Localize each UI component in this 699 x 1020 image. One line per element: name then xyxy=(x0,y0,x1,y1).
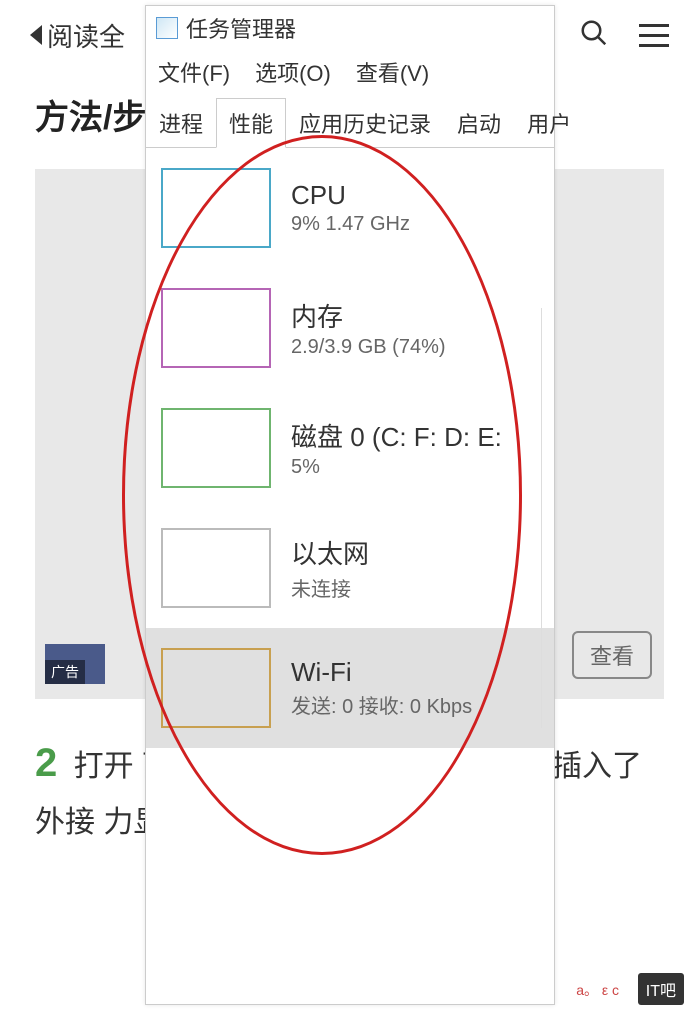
perf-item-wifi[interactable]: Wi-Fi 发送: 0 接收: 0 Kbps xyxy=(146,628,554,748)
titlebar: 任务管理器 xyxy=(146,6,554,50)
menu-options[interactable]: 选项(O) xyxy=(255,56,331,88)
cpu-chart-icon xyxy=(161,168,271,248)
wifi-sub: 发送: 0 接收: 0 Kbps xyxy=(291,690,472,719)
ethernet-chart-icon xyxy=(161,528,271,608)
back-label: 阅读全 xyxy=(47,17,125,54)
wifi-chart-icon xyxy=(161,648,271,728)
disk-sub: 5% xyxy=(291,456,502,479)
task-manager-icon xyxy=(156,17,178,39)
perf-item-ethernet[interactable]: 以太网 未连接 xyxy=(146,508,554,628)
ad-label: 广告 xyxy=(45,660,85,684)
small-red-text: a。 ε c xyxy=(576,980,619,1000)
task-manager-window: 任务管理器 文件(F) 选项(O) 查看(V) 进程 性能 应用历史记录 启动 … xyxy=(145,5,555,1005)
ethernet-sub: 未连接 xyxy=(291,573,369,602)
tab-performance[interactable]: 性能 xyxy=(216,98,286,148)
tab-users[interactable]: 用户 xyxy=(514,98,584,148)
tab-bar: 进程 性能 应用历史记录 启动 用户 xyxy=(146,98,554,148)
step-number: 2 xyxy=(35,741,57,785)
tab-processes[interactable]: 进程 xyxy=(146,98,216,148)
back-button[interactable]: 阅读全 xyxy=(30,17,125,54)
tab-startup[interactable]: 启动 xyxy=(444,98,514,148)
perf-item-memory[interactable]: 内存 2.9/3.9 GB (74%) xyxy=(146,268,554,388)
memory-sub: 2.9/3.9 GB (74%) xyxy=(291,336,446,359)
watermark: IT吧 xyxy=(638,973,684,1005)
performance-panel: CPU 9% 1.47 GHz 内存 2.9/3.9 GB (74%) 磁盘 0… xyxy=(146,148,554,748)
menu-view[interactable]: 查看(V) xyxy=(356,56,429,88)
wifi-title: Wi-Fi xyxy=(291,657,472,688)
disk-title: 磁盘 0 (C: F: D: E: xyxy=(291,417,502,454)
memory-title: 内存 xyxy=(291,297,446,334)
search-icon[interactable] xyxy=(579,18,609,53)
tab-history[interactable]: 应用历史记录 xyxy=(286,98,444,148)
divider xyxy=(541,308,542,728)
hamburger-menu-icon[interactable] xyxy=(639,24,669,47)
menu-file[interactable]: 文件(F) xyxy=(158,56,230,88)
window-title: 任务管理器 xyxy=(186,12,296,44)
menubar: 文件(F) 选项(O) 查看(V) xyxy=(146,50,554,98)
cpu-title: CPU xyxy=(291,180,410,211)
ethernet-title: 以太网 xyxy=(291,534,369,571)
view-button[interactable]: 查看 xyxy=(572,631,652,679)
memory-chart-icon xyxy=(161,288,271,368)
back-triangle-icon xyxy=(30,25,42,45)
cpu-sub: 9% 1.47 GHz xyxy=(291,213,410,236)
perf-item-disk[interactable]: 磁盘 0 (C: F: D: E: 5% xyxy=(146,388,554,508)
disk-chart-icon xyxy=(161,408,271,488)
perf-item-cpu[interactable]: CPU 9% 1.47 GHz xyxy=(146,148,554,268)
